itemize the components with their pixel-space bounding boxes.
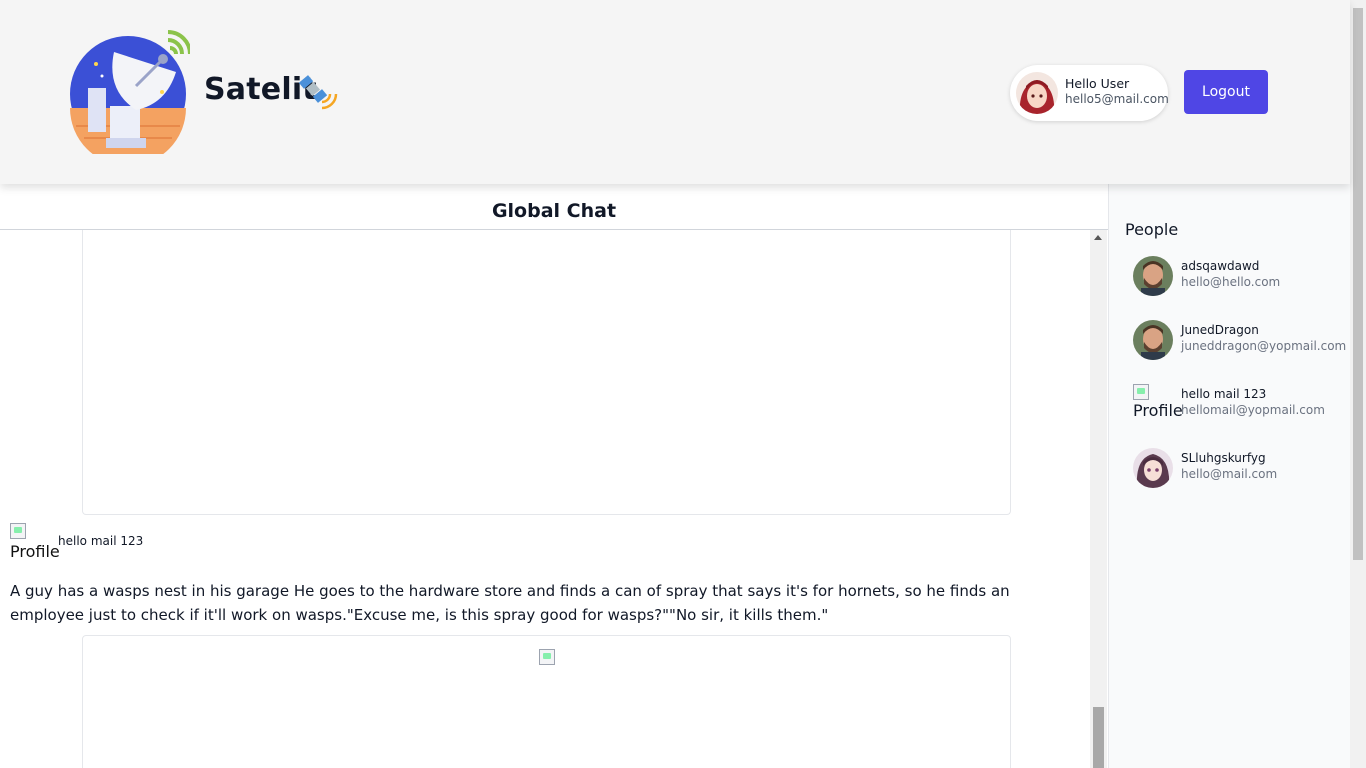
person-name: SLluhgskurfyg <box>1181 451 1266 465</box>
user-profile-chip[interactable]: Hello User hello5@mail.com <box>1010 65 1169 121</box>
satellite-icon <box>298 75 338 110</box>
avatar <box>1133 256 1173 296</box>
avatar <box>1133 320 1173 360</box>
avatar <box>1016 72 1058 114</box>
people-sidebar: People adsqawdawd hello@hello.com JunedD… <box>1108 184 1350 768</box>
page-scrollbar-thumb[interactable] <box>1353 8 1363 560</box>
person-name: JunedDragon <box>1181 323 1259 337</box>
person-email: hello@hello.com <box>1181 275 1281 289</box>
person-name: hello mail 123 <box>1181 387 1267 401</box>
chat-title: Global Chat <box>491 200 617 222</box>
message-author: hello mail 123 <box>58 534 144 548</box>
chat-messages-panel[interactable]: Profile hello mail 123 A guy has a wasps… <box>0 229 1108 768</box>
person-item[interactable]: SLluhgskurfyg hello@mail.com <box>1133 446 1348 490</box>
page-scrollbar[interactable] <box>1350 0 1366 768</box>
message-avatar: Profile <box>10 523 60 561</box>
avatar <box>1133 448 1173 488</box>
logout-button[interactable]: Logout <box>1184 70 1268 114</box>
person-item[interactable]: adsqawdawd hello@hello.com <box>1133 254 1348 298</box>
broken-image-icon <box>10 523 26 539</box>
person-email: juneddragon@yopmail.com <box>1181 339 1347 353</box>
chat-scrollbar[interactable] <box>1090 230 1107 768</box>
message-text: A guy has a wasps nest in his garage He … <box>10 582 1010 624</box>
user-greeting: Hello User <box>1065 76 1130 91</box>
people-title: People <box>1125 220 1179 239</box>
message-image-frame <box>82 635 1011 768</box>
broken-image-icon <box>1133 384 1149 400</box>
chat-scrollbar-thumb[interactable] <box>1093 707 1104 768</box>
avatar-alt-text: Profile <box>10 542 60 561</box>
person-email: hellomail@yopmail.com <box>1181 403 1325 417</box>
avatar-alt-text: Profile <box>1133 401 1183 420</box>
person-item[interactable]: Profile hello mail 123 hellomail@yopmail… <box>1133 382 1348 426</box>
person-item[interactable]: JunedDragon juneddragon@yopmail.com <box>1133 318 1348 362</box>
person-name: adsqawdawd <box>1181 259 1260 273</box>
broken-image-icon <box>539 649 555 665</box>
scroll-up-arrow-icon[interactable] <box>1094 235 1102 240</box>
person-email: hello@mail.com <box>1181 467 1278 481</box>
satellite-dish-logo[interactable] <box>66 30 190 154</box>
app-header: Satelit Hello User hello5@mail.com Logou… <box>0 0 1350 184</box>
avatar: Profile <box>1133 384 1183 424</box>
message-image-frame <box>82 230 1011 515</box>
user-email: hello5@mail.com <box>1065 92 1169 106</box>
